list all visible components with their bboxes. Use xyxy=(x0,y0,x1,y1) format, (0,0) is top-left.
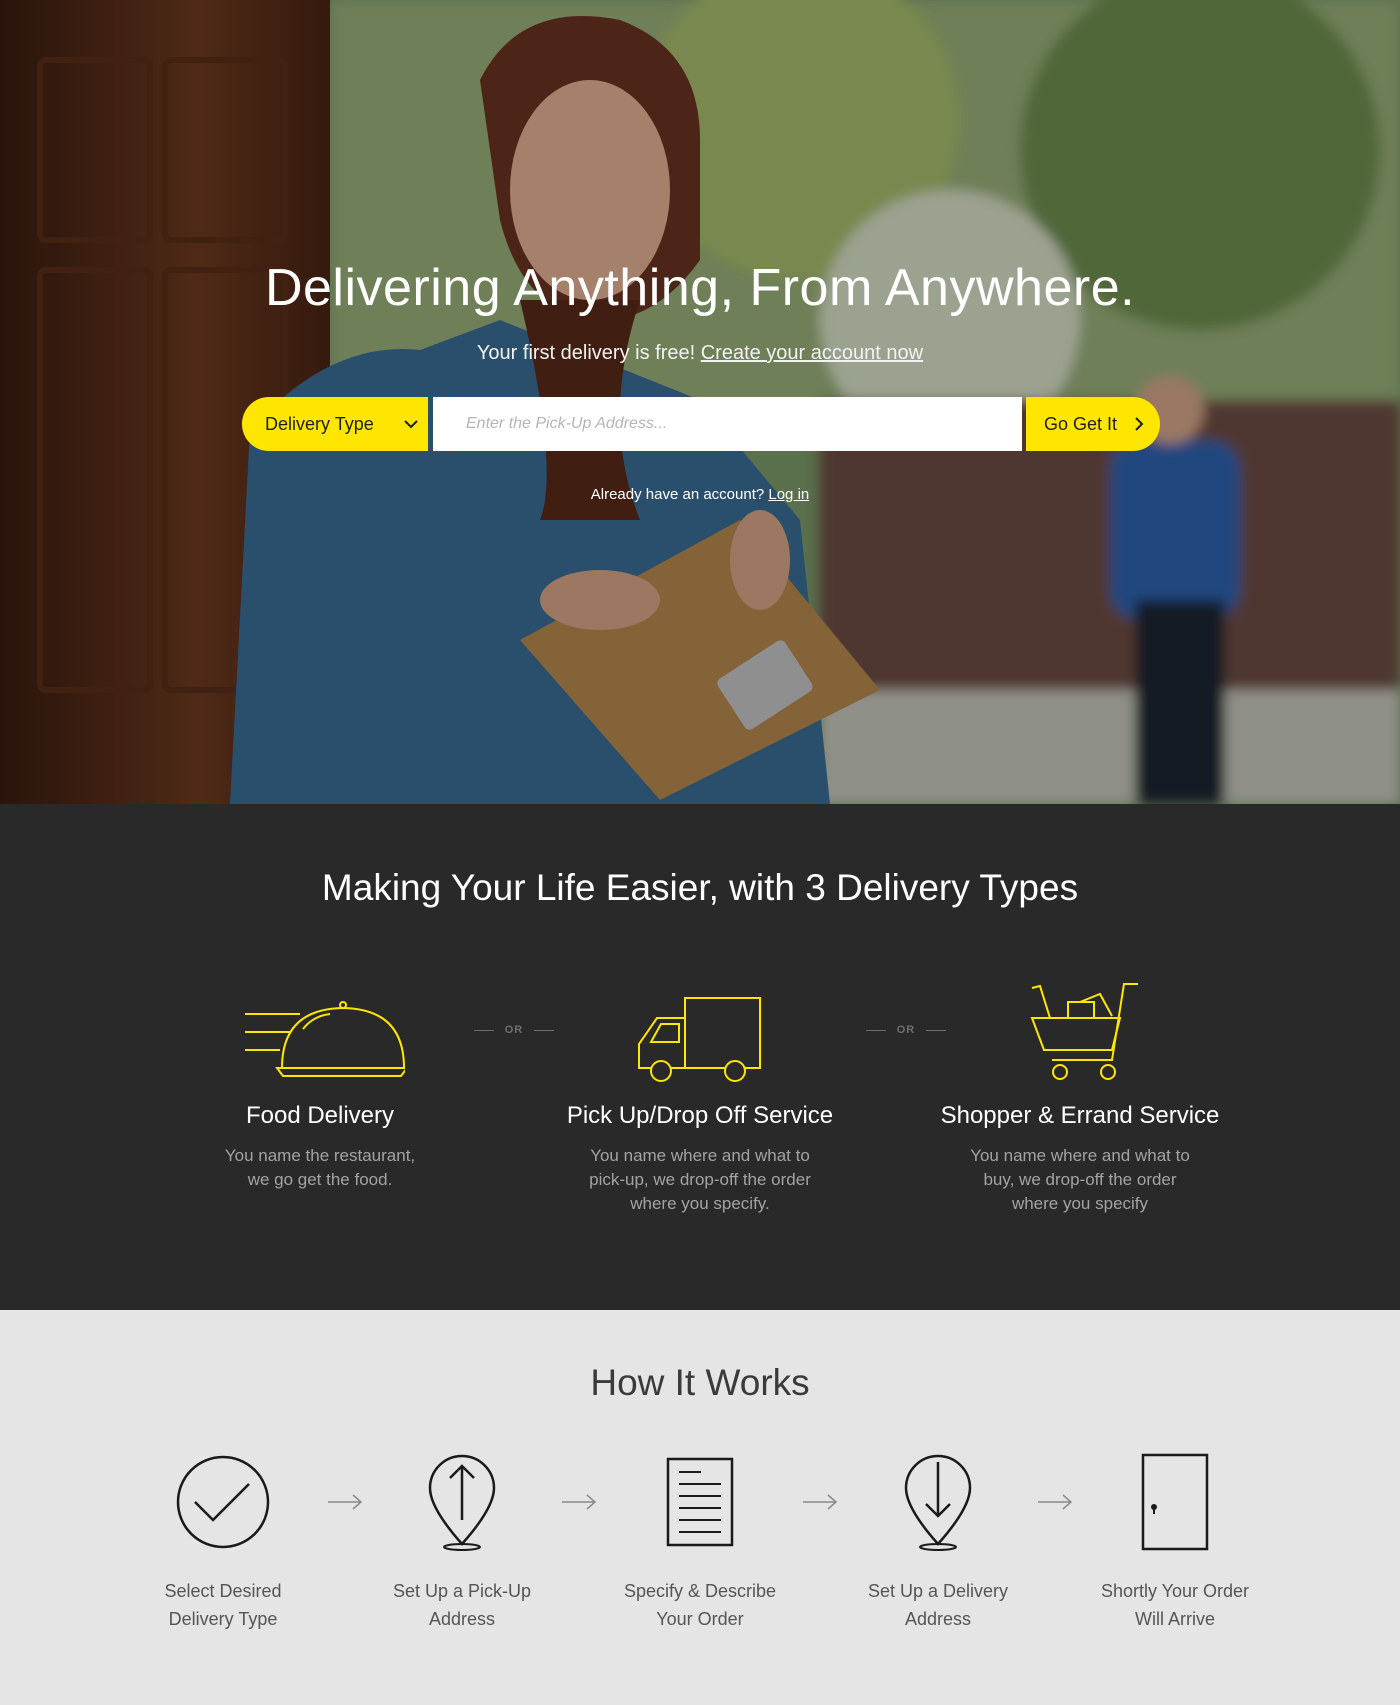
pin-up-arrow-icon xyxy=(362,1448,562,1556)
step-select-delivery-type: Select Desired Delivery Type xyxy=(123,1448,323,1633)
door-icon xyxy=(1075,1448,1275,1556)
delivery-type-label: Delivery Type xyxy=(265,413,374,434)
step-label-line: Will Arrive xyxy=(1135,1609,1215,1629)
hero-subtitle: Your first delivery is free! Create your… xyxy=(0,342,1400,365)
login-prompt-text: Already have an account? xyxy=(590,486,765,503)
delivery-truck-icon xyxy=(530,974,870,1084)
step-label: Specify & Describe Your Order xyxy=(600,1577,800,1633)
how-it-works-section: How It Works Select Desired Delivery Typ… xyxy=(0,1310,1400,1705)
pickup-address-input[interactable] xyxy=(433,397,1022,451)
hero-title: Delivering Anything, From Anywhere. xyxy=(264,259,1136,317)
delivery-search-bar: Delivery Type Go Get It xyxy=(242,397,1160,451)
shopper-errand-card[interactable]: Shopper & Errand Service You name where … xyxy=(910,974,1250,1216)
shopper-errand-title: Shopper & Errand Service xyxy=(940,1102,1220,1129)
step-label: Shortly Your Order Will Arrive xyxy=(1075,1577,1275,1633)
checkmark-circle-icon xyxy=(123,1448,323,1556)
step-label-line: Specify & Describe xyxy=(623,1581,777,1601)
hero-subtitle-text: Your first delivery is free! xyxy=(476,342,696,364)
desc-line: You name where and what to xyxy=(970,1146,1190,1165)
step-label-line: Select Desired xyxy=(164,1581,282,1601)
pickup-dropoff-card[interactable]: Pick Up/Drop Off Service You name where … xyxy=(530,974,870,1216)
desc-line: where you specify. xyxy=(630,1194,770,1213)
arrow-right-icon xyxy=(328,1494,363,1510)
step-delivery-address: Set Up a Delivery Address xyxy=(838,1448,1038,1633)
hero-section: Delivering Anything, From Anywhere. Your… xyxy=(0,0,1400,804)
step-label-line: Address xyxy=(904,1609,972,1629)
arrow-right-icon xyxy=(562,1494,597,1510)
login-prompt: Already have an account? Log in xyxy=(0,486,1400,503)
desc-line: where you specify xyxy=(1011,1194,1149,1213)
step-label-line: Set Up a Delivery xyxy=(867,1581,1009,1601)
step-label-line: Delivery Type xyxy=(168,1609,278,1629)
food-delivery-card[interactable]: Food Delivery You name the restaurant, w… xyxy=(150,974,490,1192)
arrow-right-icon xyxy=(803,1494,838,1510)
food-delivery-title: Food Delivery xyxy=(245,1102,395,1129)
step-order-arrives: Shortly Your Order Will Arrive xyxy=(1075,1448,1275,1633)
desc-line: buy, we drop-off the order xyxy=(983,1170,1177,1189)
delivery-types-title: Making Your Life Easier, with 3 Delivery… xyxy=(321,867,1079,908)
go-get-it-label: Go Get It xyxy=(1044,413,1118,434)
pin-down-arrow-icon xyxy=(838,1448,1038,1556)
login-link[interactable]: Log in xyxy=(768,486,809,503)
step-label: Set Up a Delivery Address xyxy=(838,1577,1038,1633)
shopping-cart-icon xyxy=(910,974,1250,1084)
step-label-line: Address xyxy=(428,1609,496,1629)
step-label: Select Desired Delivery Type xyxy=(123,1577,323,1633)
step-label-line: Your Order xyxy=(656,1609,744,1629)
step-label: Set Up a Pick-Up Address xyxy=(362,1577,562,1633)
desc-line: we go get the food. xyxy=(247,1170,393,1189)
desc-line: pick-up, we drop-off the order xyxy=(589,1170,811,1189)
step-label-line: Shortly Your Order xyxy=(1100,1581,1250,1601)
chevron-right-icon xyxy=(1135,417,1144,431)
go-get-it-button[interactable]: Go Get It xyxy=(1026,397,1160,451)
pickup-dropoff-description: You name where and what to pick-up, we d… xyxy=(530,1144,870,1216)
how-it-works-title: How It Works xyxy=(590,1362,810,1403)
arrow-right-icon xyxy=(1038,1494,1073,1510)
desc-line: You name the restaurant, xyxy=(224,1146,416,1165)
delivery-types-section: Making Your Life Easier, with 3 Delivery… xyxy=(0,804,1400,1310)
document-icon xyxy=(600,1448,800,1556)
step-pickup-address: Set Up a Pick-Up Address xyxy=(362,1448,562,1633)
chevron-down-icon xyxy=(404,419,418,428)
delivery-type-dropdown[interactable]: Delivery Type xyxy=(242,397,428,451)
food-delivery-description: You name the restaurant, we go get the f… xyxy=(150,1144,490,1192)
shopper-errand-description: You name where and what to buy, we drop-… xyxy=(910,1144,1250,1216)
or-label: OR xyxy=(504,1024,524,1036)
pickup-dropoff-title: Pick Up/Drop Off Service xyxy=(566,1102,834,1129)
create-account-link[interactable]: Create your account now xyxy=(701,342,923,364)
step-specify-order: Specify & Describe Your Order xyxy=(600,1448,800,1633)
food-cloche-icon xyxy=(150,974,490,1084)
step-label-line: Set Up a Pick-Up xyxy=(392,1581,532,1601)
desc-line: You name where and what to xyxy=(590,1146,810,1165)
